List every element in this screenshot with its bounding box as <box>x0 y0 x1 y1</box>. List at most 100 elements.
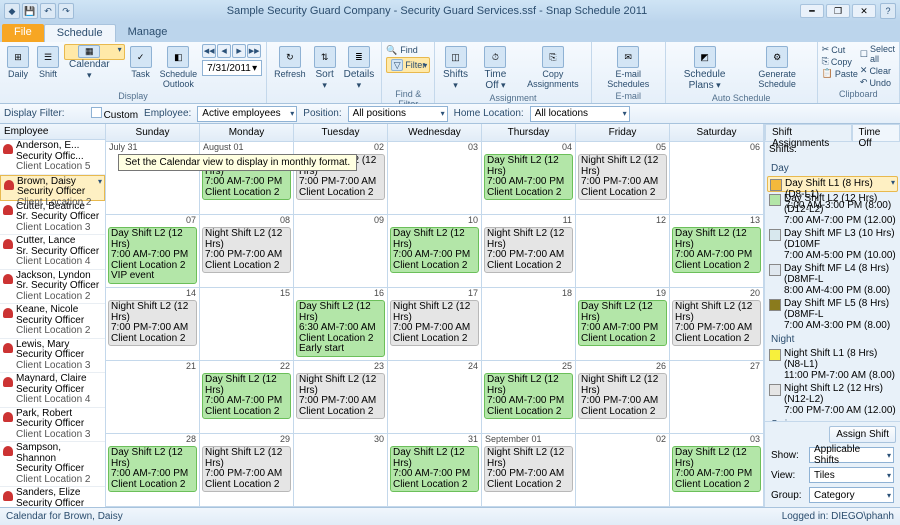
calendar-cell[interactable]: 20Night Shift L2 (12 Hrs)7:00 PM-7:00 AM… <box>670 288 764 360</box>
calendar-cell[interactable]: 13Day Shift L2 (12 Hrs)7:00 AM-7:00 PMCl… <box>670 215 764 287</box>
shift-chip[interactable]: Night Shift L2 (12 Hrs)7:00 PM-7:00 AMCl… <box>390 300 479 346</box>
shift-swatch[interactable]: Day Shift MF L3 (10 Hrs) (D10MF7:00 AM-5… <box>767 227 898 262</box>
shift-chip[interactable]: Night Shift L2 (12 Hrs)7:00 PM-7:00 AMCl… <box>202 446 291 492</box>
shift-swatch[interactable]: Night Shift L1 (8 Hrs) (N8-L1)11:00 PM-7… <box>767 347 898 382</box>
view-select[interactable]: Tiles <box>809 467 894 483</box>
close-button[interactable]: ✕ <box>852 4 876 18</box>
calendar-cell[interactable]: 12 <box>576 215 670 287</box>
calendar-cell[interactable]: 11Night Shift L2 (12 Hrs)7:00 PM-7:00 AM… <box>482 215 576 287</box>
cut-button[interactable]: ✂ Cut <box>822 44 858 55</box>
calendar-cell[interactable]: 18 <box>482 288 576 360</box>
shift-chip[interactable]: Night Shift L2 (12 Hrs)7:00 PM-7:00 AMCl… <box>484 227 573 273</box>
custom-checkbox[interactable] <box>91 107 102 118</box>
calendar-cell[interactable]: 15 <box>200 288 294 360</box>
calendar-cell[interactable]: 07Day Shift L2 (12 Hrs)7:00 AM-7:00 PMCl… <box>106 215 200 287</box>
employee-item[interactable]: Anderson, E...Security Offic...Client Lo… <box>0 140 105 175</box>
employee-item[interactable]: Keane, NicoleSecurity OfficerClient Loca… <box>0 304 105 339</box>
shift-swatch[interactable]: Day Shift L1 (8 Hrs) (D8-L1)7:00 AM-3:00… <box>767 176 898 192</box>
calendar-cell[interactable]: 04Day Shift L2 (12 Hrs)7:00 AM-7:00 PMCl… <box>482 142 576 214</box>
shift-chip[interactable]: Day Shift L2 (12 Hrs)7:00 AM-7:00 PMClie… <box>484 373 573 419</box>
refresh-button[interactable]: ↻Refresh <box>271 44 309 81</box>
calendar-cell[interactable]: 28Day Shift L2 (12 Hrs)7:00 AM-7:00 PMCl… <box>106 434 200 506</box>
employee-item[interactable]: Jackson, LyndonSr. Security OfficerClien… <box>0 270 105 305</box>
calendar-cell[interactable]: 24 <box>388 361 482 433</box>
calendar-cell[interactable]: 31Day Shift L2 (12 Hrs)7:00 AM-7:00 PMCl… <box>388 434 482 506</box>
copy-button[interactable]: ⎘ Copy <box>822 56 858 67</box>
details-button[interactable]: ≣Details ▾ <box>341 44 378 93</box>
position-filter[interactable]: All positions <box>348 106 448 122</box>
calendar-cell[interactable]: 22Day Shift L2 (12 Hrs)7:00 AM-7:00 PMCl… <box>200 361 294 433</box>
calendar-view-button[interactable]: ▦Calendar ▾ <box>64 44 125 60</box>
copy-assign-button[interactable]: ⎘Copy Assignments <box>519 44 587 91</box>
calendar-cell[interactable]: 29Night Shift L2 (12 Hrs)7:00 PM-7:00 AM… <box>200 434 294 506</box>
shift-chip[interactable]: Day Shift L2 (12 Hrs)7:00 AM-7:00 PMClie… <box>578 300 667 346</box>
paste-button[interactable]: 📋 Paste <box>822 68 858 79</box>
filter-button[interactable]: ▽Filter <box>386 57 430 73</box>
help-icon[interactable]: ? <box>880 3 896 19</box>
shift-chip[interactable]: Day Shift L2 (12 Hrs)7:00 AM-7:00 PMClie… <box>390 446 479 492</box>
employee-item[interactable]: Sanders, ElizeSecurity OfficerClient Loc… <box>0 487 105 507</box>
group-select[interactable]: Category <box>809 487 894 503</box>
nav-last-icon[interactable]: ▶▶ <box>247 44 261 58</box>
calendar-cell[interactable]: 19Day Shift L2 (12 Hrs)7:00 AM-7:00 PMCl… <box>576 288 670 360</box>
assign-shift-button[interactable]: Assign Shift <box>829 426 896 443</box>
calendar-cell[interactable]: 03 <box>388 142 482 214</box>
employee-item[interactable]: Brown, DaisySecurity OfficerClient Locat… <box>0 175 105 201</box>
file-tab[interactable]: File <box>2 24 44 42</box>
nav-first-icon[interactable]: ◀◀ <box>202 44 216 58</box>
shift-chip[interactable]: Day Shift L2 (12 Hrs)6:30 AM-7:00 AMClie… <box>296 300 385 357</box>
rp-tab-timeoff[interactable]: Time Off <box>852 124 900 141</box>
employee-item[interactable]: Cutter, LanceSr. Security OfficerClient … <box>0 235 105 270</box>
date-picker[interactable]: 7/31/2011▾ <box>202 60 262 76</box>
shift-chip[interactable]: Day Shift L2 (12 Hrs)7:00 AM-7:00 PMClie… <box>672 446 761 492</box>
tab-manage[interactable]: Manage <box>116 24 180 42</box>
show-select[interactable]: Applicable Shifts <box>809 447 894 463</box>
calendar-cell[interactable]: 25Day Shift L2 (12 Hrs)7:00 AM-7:00 PMCl… <box>482 361 576 433</box>
shift-swatch[interactable]: Day Shift MF L5 (8 Hrs) (D8MF-L7:00 AM-3… <box>767 297 898 332</box>
shift-chip[interactable]: Day Shift L2 (12 Hrs)7:00 AM-7:00 PMClie… <box>108 446 197 492</box>
timeoff-button[interactable]: ⏱Time Off ▾ <box>474 44 517 93</box>
shift-chip[interactable]: Day Shift L2 (12 Hrs)7:00 AM-7:00 PMClie… <box>672 227 761 273</box>
tab-schedule[interactable]: Schedule <box>44 24 116 42</box>
daily-view-button[interactable]: ⊞Daily <box>4 44 32 81</box>
calendar-cell[interactable]: 30 <box>294 434 388 506</box>
find-button[interactable]: 🔍Find <box>386 44 430 56</box>
shift-chip[interactable]: Day Shift L2 (12 Hrs)7:00 AM-7:00 PMClie… <box>108 227 197 284</box>
shift-chip[interactable]: Day Shift L2 (12 Hrs)7:00 AM-7:00 PMClie… <box>390 227 479 273</box>
nav-next-icon[interactable]: ▶ <box>232 44 246 58</box>
calendar-cell[interactable]: 23Night Shift L2 (12 Hrs)7:00 PM-7:00 AM… <box>294 361 388 433</box>
qa-undo-icon[interactable]: ↶ <box>40 3 56 19</box>
shift-chip[interactable]: Night Shift L2 (12 Hrs)7:00 PM-7:00 AMCl… <box>484 446 573 492</box>
calendar-cell[interactable]: 08Night Shift L2 (12 Hrs)7:00 PM-7:00 AM… <box>200 215 294 287</box>
minimize-button[interactable]: ━ <box>800 4 824 18</box>
calendar-cell[interactable]: 14Night Shift L2 (12 Hrs)7:00 PM-7:00 AM… <box>106 288 200 360</box>
shifts-button[interactable]: ◫Shifts ▾ <box>439 44 472 93</box>
calendar-cell[interactable]: 03Day Shift L2 (12 Hrs)7:00 AM-7:00 PMCl… <box>670 434 764 506</box>
calendar-cell[interactable]: 27 <box>670 361 764 433</box>
selectall-button[interactable]: ☐ Select all <box>860 44 895 64</box>
qa-redo-icon[interactable]: ↷ <box>58 3 74 19</box>
shift-chip[interactable]: Day Shift L2 (12 Hrs)7:00 AM-7:00 PMClie… <box>484 154 573 200</box>
calendar-cell[interactable]: July 31 <box>106 142 200 214</box>
calendar-cell[interactable]: 10Day Shift L2 (12 Hrs)7:00 AM-7:00 PMCl… <box>388 215 482 287</box>
undo-button[interactable]: ↶ Undo <box>860 77 895 88</box>
clear-button[interactable]: ✕ Clear <box>860 65 895 76</box>
gen-sched-button[interactable]: ⚙Generate Schedule <box>742 44 813 91</box>
calendar-cell[interactable]: 05Night Shift L2 (12 Hrs)7:00 PM-7:00 AM… <box>576 142 670 214</box>
rp-tab-assignments[interactable]: Shift Assignments <box>765 124 852 141</box>
employee-item[interactable]: Sampson, ShannonSecurity OfficerClient L… <box>0 442 105 487</box>
employee-item[interactable]: Lewis, MarySecurity OfficerClient Locati… <box>0 339 105 374</box>
calendar-cell[interactable]: September 01Night Shift L2 (12 Hrs)7:00 … <box>482 434 576 506</box>
shift-chip[interactable]: Night Shift L2 (12 Hrs)7:00 PM-7:00 AMCl… <box>296 373 385 419</box>
employee-filter[interactable]: Active employees <box>197 106 297 122</box>
shift-chip[interactable]: Night Shift L2 (12 Hrs)7:00 PM-7:00 AMCl… <box>672 300 761 346</box>
shift-chip[interactable]: Night Shift L2 (12 Hrs)7:00 PM-7:00 AMCl… <box>202 227 291 273</box>
calendar-cell[interactable]: 26Night Shift L2 (12 Hrs)7:00 PM-7:00 AM… <box>576 361 670 433</box>
sched-plans-button[interactable]: ◩Schedule Plans ▾ <box>670 44 740 93</box>
calendar-cell[interactable]: 02 <box>576 434 670 506</box>
shift-chip[interactable]: Day Shift L2 (12 Hrs)7:00 AM-7:00 PMClie… <box>202 373 291 419</box>
nav-prev-icon[interactable]: ◀ <box>217 44 231 58</box>
email-sched-button[interactable]: ✉E-mail Schedules <box>596 44 661 91</box>
shift-swatch[interactable]: Day Shift MF L4 (8 Hrs) (D8MF-L8:00 AM-4… <box>767 262 898 297</box>
shift-swatch[interactable]: Night Shift L2 (12 Hrs) (N12-L2)7:00 PM-… <box>767 382 898 417</box>
